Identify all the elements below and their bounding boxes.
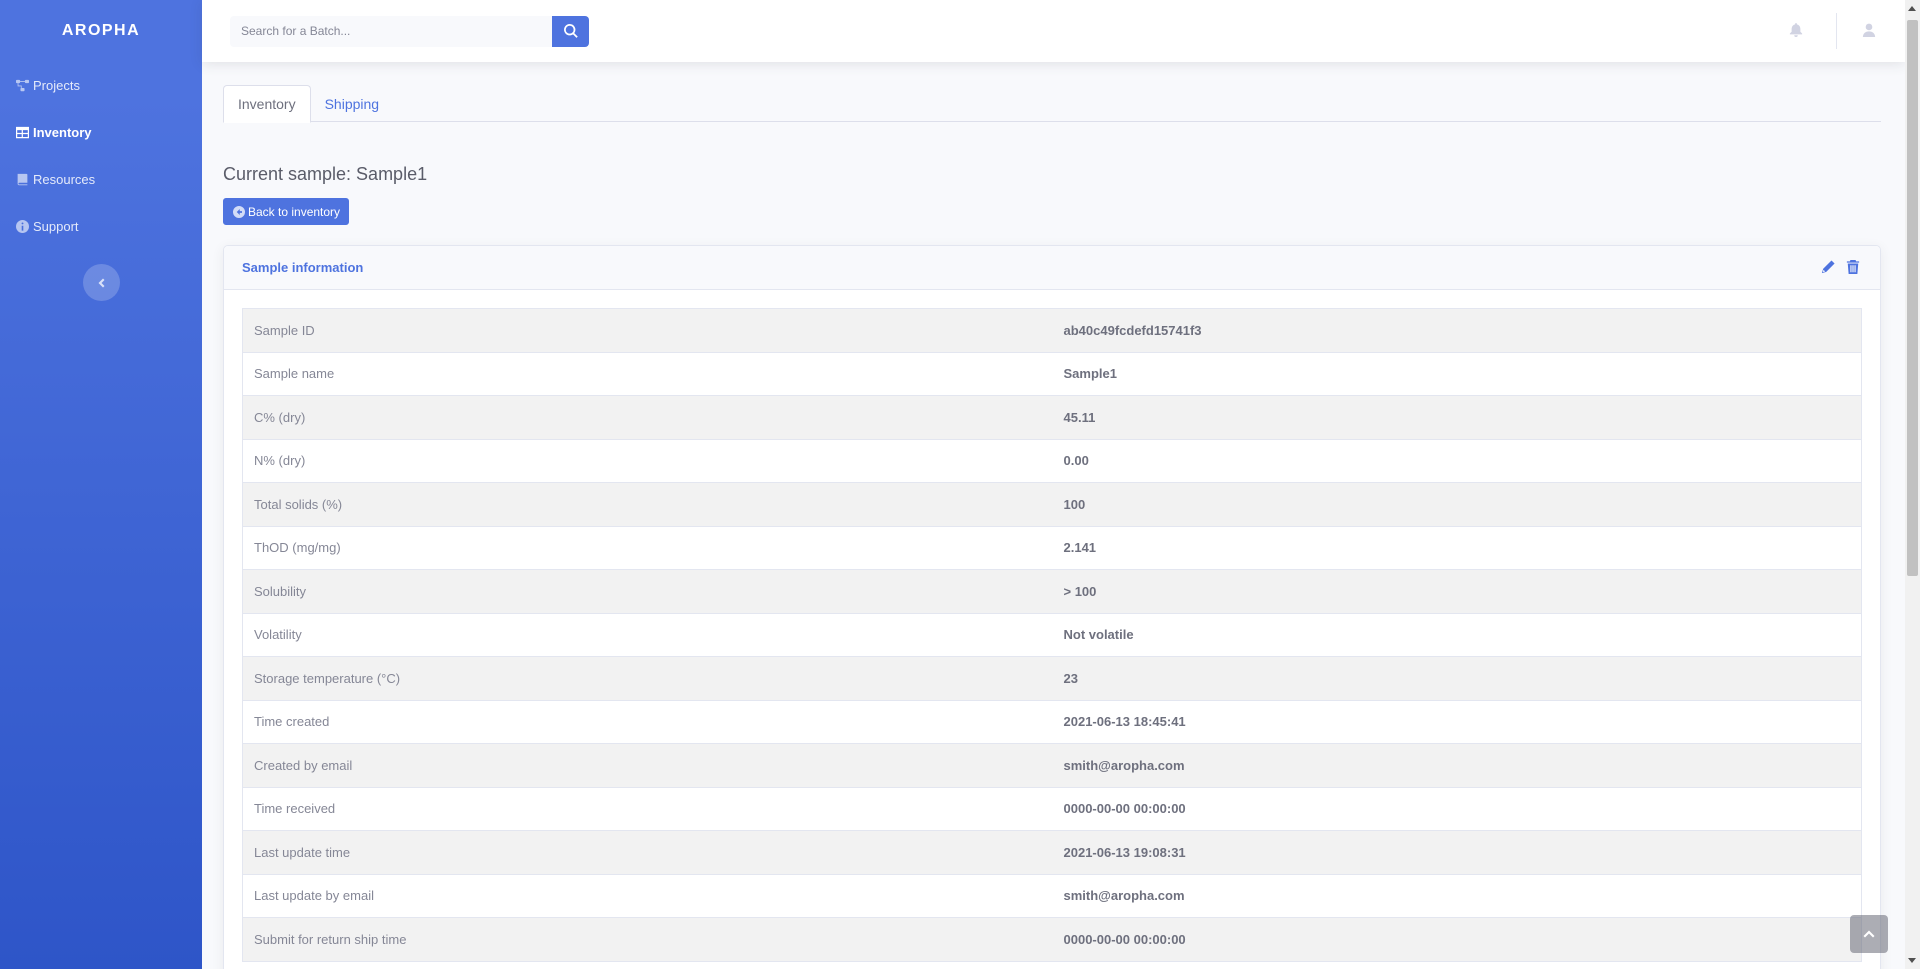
table-row: C% (dry) 45.11	[242, 395, 1862, 439]
search-button[interactable]	[552, 15, 589, 47]
row-value: 0000-00-00 00:00:00	[1052, 917, 1862, 961]
table-row: Last update by email smith@aropha.com	[242, 873, 1862, 918]
tab-shipping[interactable]: Shipping	[311, 85, 394, 122]
row-value: Sample1	[1052, 351, 1862, 396]
table-row: Sample name Sample1	[242, 351, 1862, 396]
sidebar-item-resources[interactable]: Resources	[0, 156, 202, 203]
row-label: Time created	[242, 699, 1053, 744]
sidebar-toggle-button[interactable]	[82, 264, 120, 301]
row-label: Total solids (%)	[242, 482, 1053, 526]
table-row: Volatility Not volatile	[242, 612, 1862, 657]
sample-info-table: Sample ID ab40c49fcdefd15741f3 Sample name…	[242, 308, 1862, 962]
row-value: Not volatile	[1052, 612, 1862, 657]
sidebar-item-inventory[interactable]: Inventory	[0, 109, 202, 156]
scroll-to-top-button[interactable]	[1850, 915, 1888, 953]
sidebar-item-label: Projects	[33, 78, 80, 93]
table-row: Sample ID ab40c49fcdefd15741f3	[242, 308, 1862, 352]
sidebar: AROPHA Projects Inventory Resources Supp…	[0, 0, 202, 969]
scroll-down-arrow[interactable]	[1908, 958, 1916, 963]
table-row: Time created 2021-06-13 18:45:41	[242, 699, 1862, 744]
user-icon	[1862, 23, 1876, 37]
user-menu-button[interactable]	[1862, 23, 1878, 39]
row-value: 23	[1052, 656, 1862, 700]
search-input[interactable]	[230, 15, 552, 47]
card-title: Sample information	[242, 260, 364, 275]
table-row: Storage temperature (°C) 23	[242, 656, 1862, 700]
card-body: Sample ID ab40c49fcdefd15741f3 Sample name…	[224, 290, 1880, 962]
table-row: Time received 0000-00-00 00:00:00	[242, 786, 1862, 831]
row-label: Last update by email	[242, 873, 1053, 918]
pencil-icon	[1821, 259, 1835, 273]
alerts-button[interactable]	[1789, 23, 1805, 39]
row-value: smith@aropha.com	[1052, 743, 1862, 787]
tab-inventory[interactable]: Inventory	[223, 85, 311, 123]
bell-icon	[1789, 23, 1803, 37]
row-value: 2.141	[1052, 525, 1862, 570]
row-value: 0000-00-00 00:00:00	[1052, 786, 1862, 831]
table-icon	[15, 126, 29, 140]
info-circle-icon	[15, 220, 29, 234]
row-label: C% (dry)	[242, 395, 1053, 439]
table-row: N% (dry) 0.00	[242, 438, 1862, 483]
sidebar-item-support[interactable]: Support	[0, 203, 202, 250]
row-value: ab40c49fcdefd15741f3	[1052, 308, 1862, 352]
main-content: Inventory Shipping Current sample: Sampl…	[223, 85, 1881, 969]
sidebar-item-label: Resources	[33, 172, 96, 187]
scroll-up-arrow[interactable]	[1908, 6, 1916, 11]
row-value: smith@aropha.com	[1052, 873, 1862, 918]
row-label: Time received	[242, 786, 1053, 831]
table-row: Solubility > 100	[242, 569, 1862, 613]
topbar	[202, 0, 1905, 62]
topbar-right	[1789, 0, 1905, 62]
table-row: Last update time 2021-06-13 19:08:31	[242, 830, 1862, 874]
search-form	[230, 15, 589, 47]
table-row: Total solids (%) 100	[242, 482, 1862, 526]
search-icon	[563, 24, 578, 38]
table-row: Created by email smith@aropha.com	[242, 743, 1862, 787]
page-title: Current sample: Sample1	[223, 164, 428, 184]
back-to-inventory-button[interactable]: Back to inventory	[223, 198, 350, 225]
page-scrollbar[interactable]	[1905, 0, 1920, 969]
row-value: 2021-06-13 18:45:41	[1052, 699, 1862, 744]
delete-button[interactable]	[1846, 259, 1862, 276]
chevron-up-icon	[1863, 930, 1875, 938]
table-row: Submit for return ship time 0000-00-00 00…	[242, 917, 1862, 961]
trash-icon	[1846, 259, 1860, 274]
tab-bar: Inventory Shipping	[223, 85, 1881, 123]
arrow-circle-left-icon	[233, 205, 245, 218]
sidebar-item-label: Inventory	[33, 125, 92, 140]
row-label: Solubility	[242, 569, 1053, 613]
row-value: 100	[1052, 482, 1862, 526]
scroll-thumb[interactable]	[1907, 20, 1918, 576]
row-label: ThOD (mg/mg)	[242, 525, 1053, 570]
row-value: > 100	[1052, 569, 1862, 613]
sidebar-item-label: Support	[33, 219, 79, 234]
row-label: Created by email	[242, 743, 1053, 787]
topbar-divider	[1836, 13, 1837, 49]
row-label: Sample name	[242, 351, 1053, 396]
row-label: Last update time	[242, 830, 1053, 874]
project-diagram-icon	[15, 79, 29, 93]
back-button-label: Back to inventory	[248, 204, 341, 219]
edit-button[interactable]	[1821, 259, 1837, 276]
sample-information-card: Sample information Sample ID ab40c49fcdef…	[223, 245, 1881, 969]
brand-logo[interactable]: AROPHA	[0, 0, 202, 62]
row-value: 0.00	[1052, 438, 1862, 483]
row-label: N% (dry)	[242, 438, 1053, 483]
row-label: Submit for return ship time	[242, 917, 1053, 961]
table-row: ThOD (mg/mg) 2.141	[242, 525, 1862, 570]
row-value: 45.11	[1052, 395, 1862, 439]
sidebar-item-projects[interactable]: Projects	[0, 62, 202, 109]
card-header: Sample information	[224, 246, 1880, 290]
row-value: 2021-06-13 19:08:31	[1052, 830, 1862, 874]
chevron-left-icon	[98, 278, 105, 287]
book-icon	[15, 173, 29, 187]
card-actions	[1812, 259, 1862, 276]
row-label: Sample ID	[242, 308, 1053, 352]
row-label: Storage temperature (°C)	[242, 656, 1053, 700]
row-label: Volatility	[242, 612, 1053, 657]
